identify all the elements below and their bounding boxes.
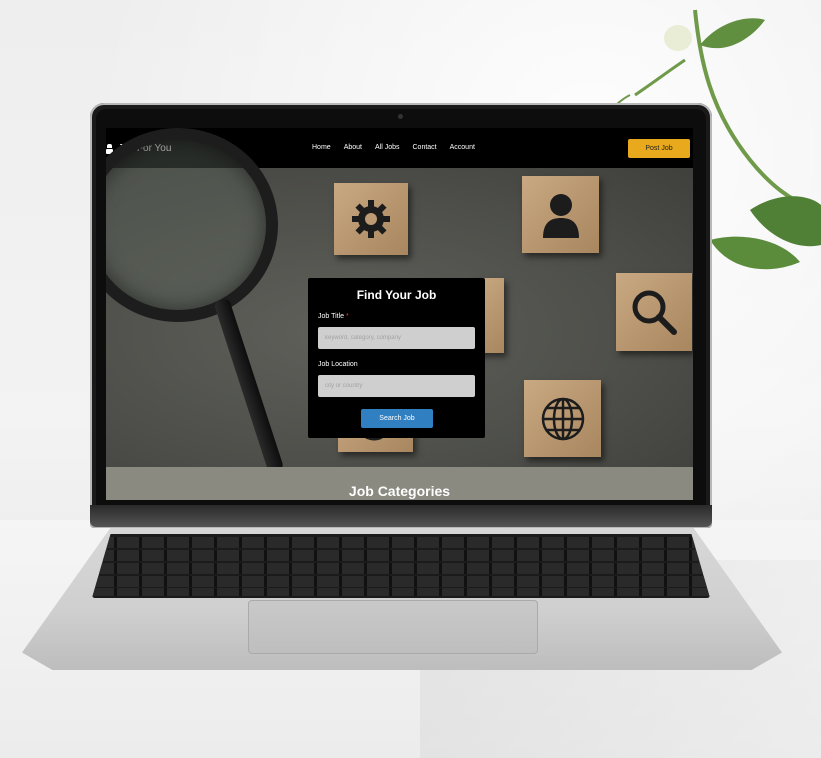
webcam	[398, 114, 403, 119]
laptop-keyboard	[92, 534, 710, 598]
nav-all-jobs[interactable]: All Jobs	[375, 144, 400, 151]
search-title: Find Your Job	[356, 288, 437, 302]
job-location-label: Job Location	[318, 361, 358, 368]
nav-account[interactable]: Account	[450, 144, 475, 151]
globe-block	[524, 380, 601, 457]
person-block	[522, 176, 599, 253]
gear-icon	[352, 200, 390, 238]
categories-heading: Job Categories	[348, 483, 451, 499]
laptop-trackpad	[248, 600, 538, 654]
laptop-screen: Jop For You Home About All Jobs Contact …	[106, 128, 693, 500]
job-search-card: Find Your Job Job Title * Job Location S…	[308, 278, 485, 438]
job-categories-section: Job Categories	[106, 467, 693, 500]
magnifier-icon	[632, 290, 677, 335]
job-title-input[interactable]	[318, 327, 475, 349]
required-marker: *	[346, 313, 349, 320]
job-title-label: Job Title *	[318, 313, 349, 320]
gear-block	[334, 183, 408, 255]
nav-about[interactable]: About	[344, 144, 362, 151]
nav-home[interactable]: Home	[312, 144, 331, 151]
hero-banner: Find Your Job Job Title * Job Location S…	[106, 128, 693, 474]
laptop-hinge	[90, 505, 712, 527]
job-location-input[interactable]	[318, 375, 475, 397]
search-block	[616, 273, 692, 351]
main-nav: Home About All Jobs Contact Account	[312, 144, 475, 151]
person-icon	[542, 193, 579, 238]
post-job-button[interactable]: Post Job	[628, 139, 690, 158]
nav-contact[interactable]: Contact	[413, 144, 437, 151]
search-job-button[interactable]: Search Job	[361, 409, 433, 428]
globe-icon	[541, 397, 584, 440]
